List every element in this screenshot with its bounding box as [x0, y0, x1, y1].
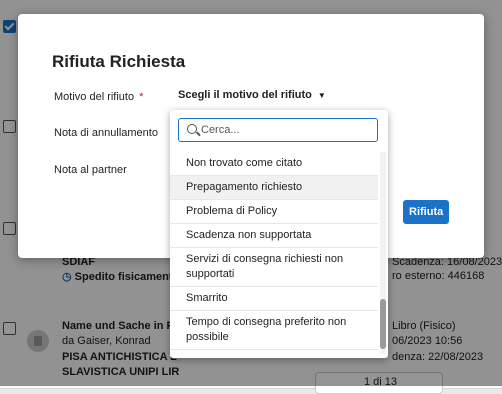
reason-select-text: Scegli il motivo del rifiuto: [178, 89, 312, 101]
reason-label-text: Motivo del rifiuto: [54, 91, 135, 103]
scrollbar-thumb[interactable]: [380, 299, 386, 349]
modal-title: Rifiuta Richiesta: [52, 52, 186, 71]
reason-option[interactable]: Prepagamento richiesto: [170, 176, 378, 200]
partner-note-label: Nota al partner: [54, 164, 127, 176]
dropdown-scrollbar[interactable]: [380, 152, 386, 354]
reject-button[interactable]: Rifiuta: [403, 200, 449, 224]
reason-label: Motivo del rifiuto *: [54, 91, 143, 103]
options-list: Non trovato come citato Prepagamento rich…: [170, 152, 378, 350]
reason-option[interactable]: Tempo di consegna preferito non possibil…: [170, 311, 378, 350]
search-icon: [187, 124, 197, 134]
required-mark: *: [139, 91, 144, 103]
reason-option[interactable]: Problema di Policy: [170, 200, 378, 224]
dropdown-search[interactable]: [178, 118, 378, 142]
search-input[interactable]: [201, 121, 371, 138]
caret-down-icon: ▼: [317, 91, 326, 100]
reason-dropdown: Non trovato come citatoPrepagamento rich…: [170, 110, 388, 358]
cancel-note-label: Nota di annullamento: [54, 127, 158, 139]
reason-option[interactable]: Smarrito: [170, 287, 378, 311]
reason-option[interactable]: Non trovato come citato: [170, 152, 378, 176]
reason-option[interactable]: Scadenza non supportata: [170, 224, 378, 248]
reason-option[interactable]: Servizi di consegna richiesti non suppor…: [170, 248, 378, 287]
reason-select[interactable]: Scegli il motivo del rifiuto ▼: [178, 89, 326, 101]
